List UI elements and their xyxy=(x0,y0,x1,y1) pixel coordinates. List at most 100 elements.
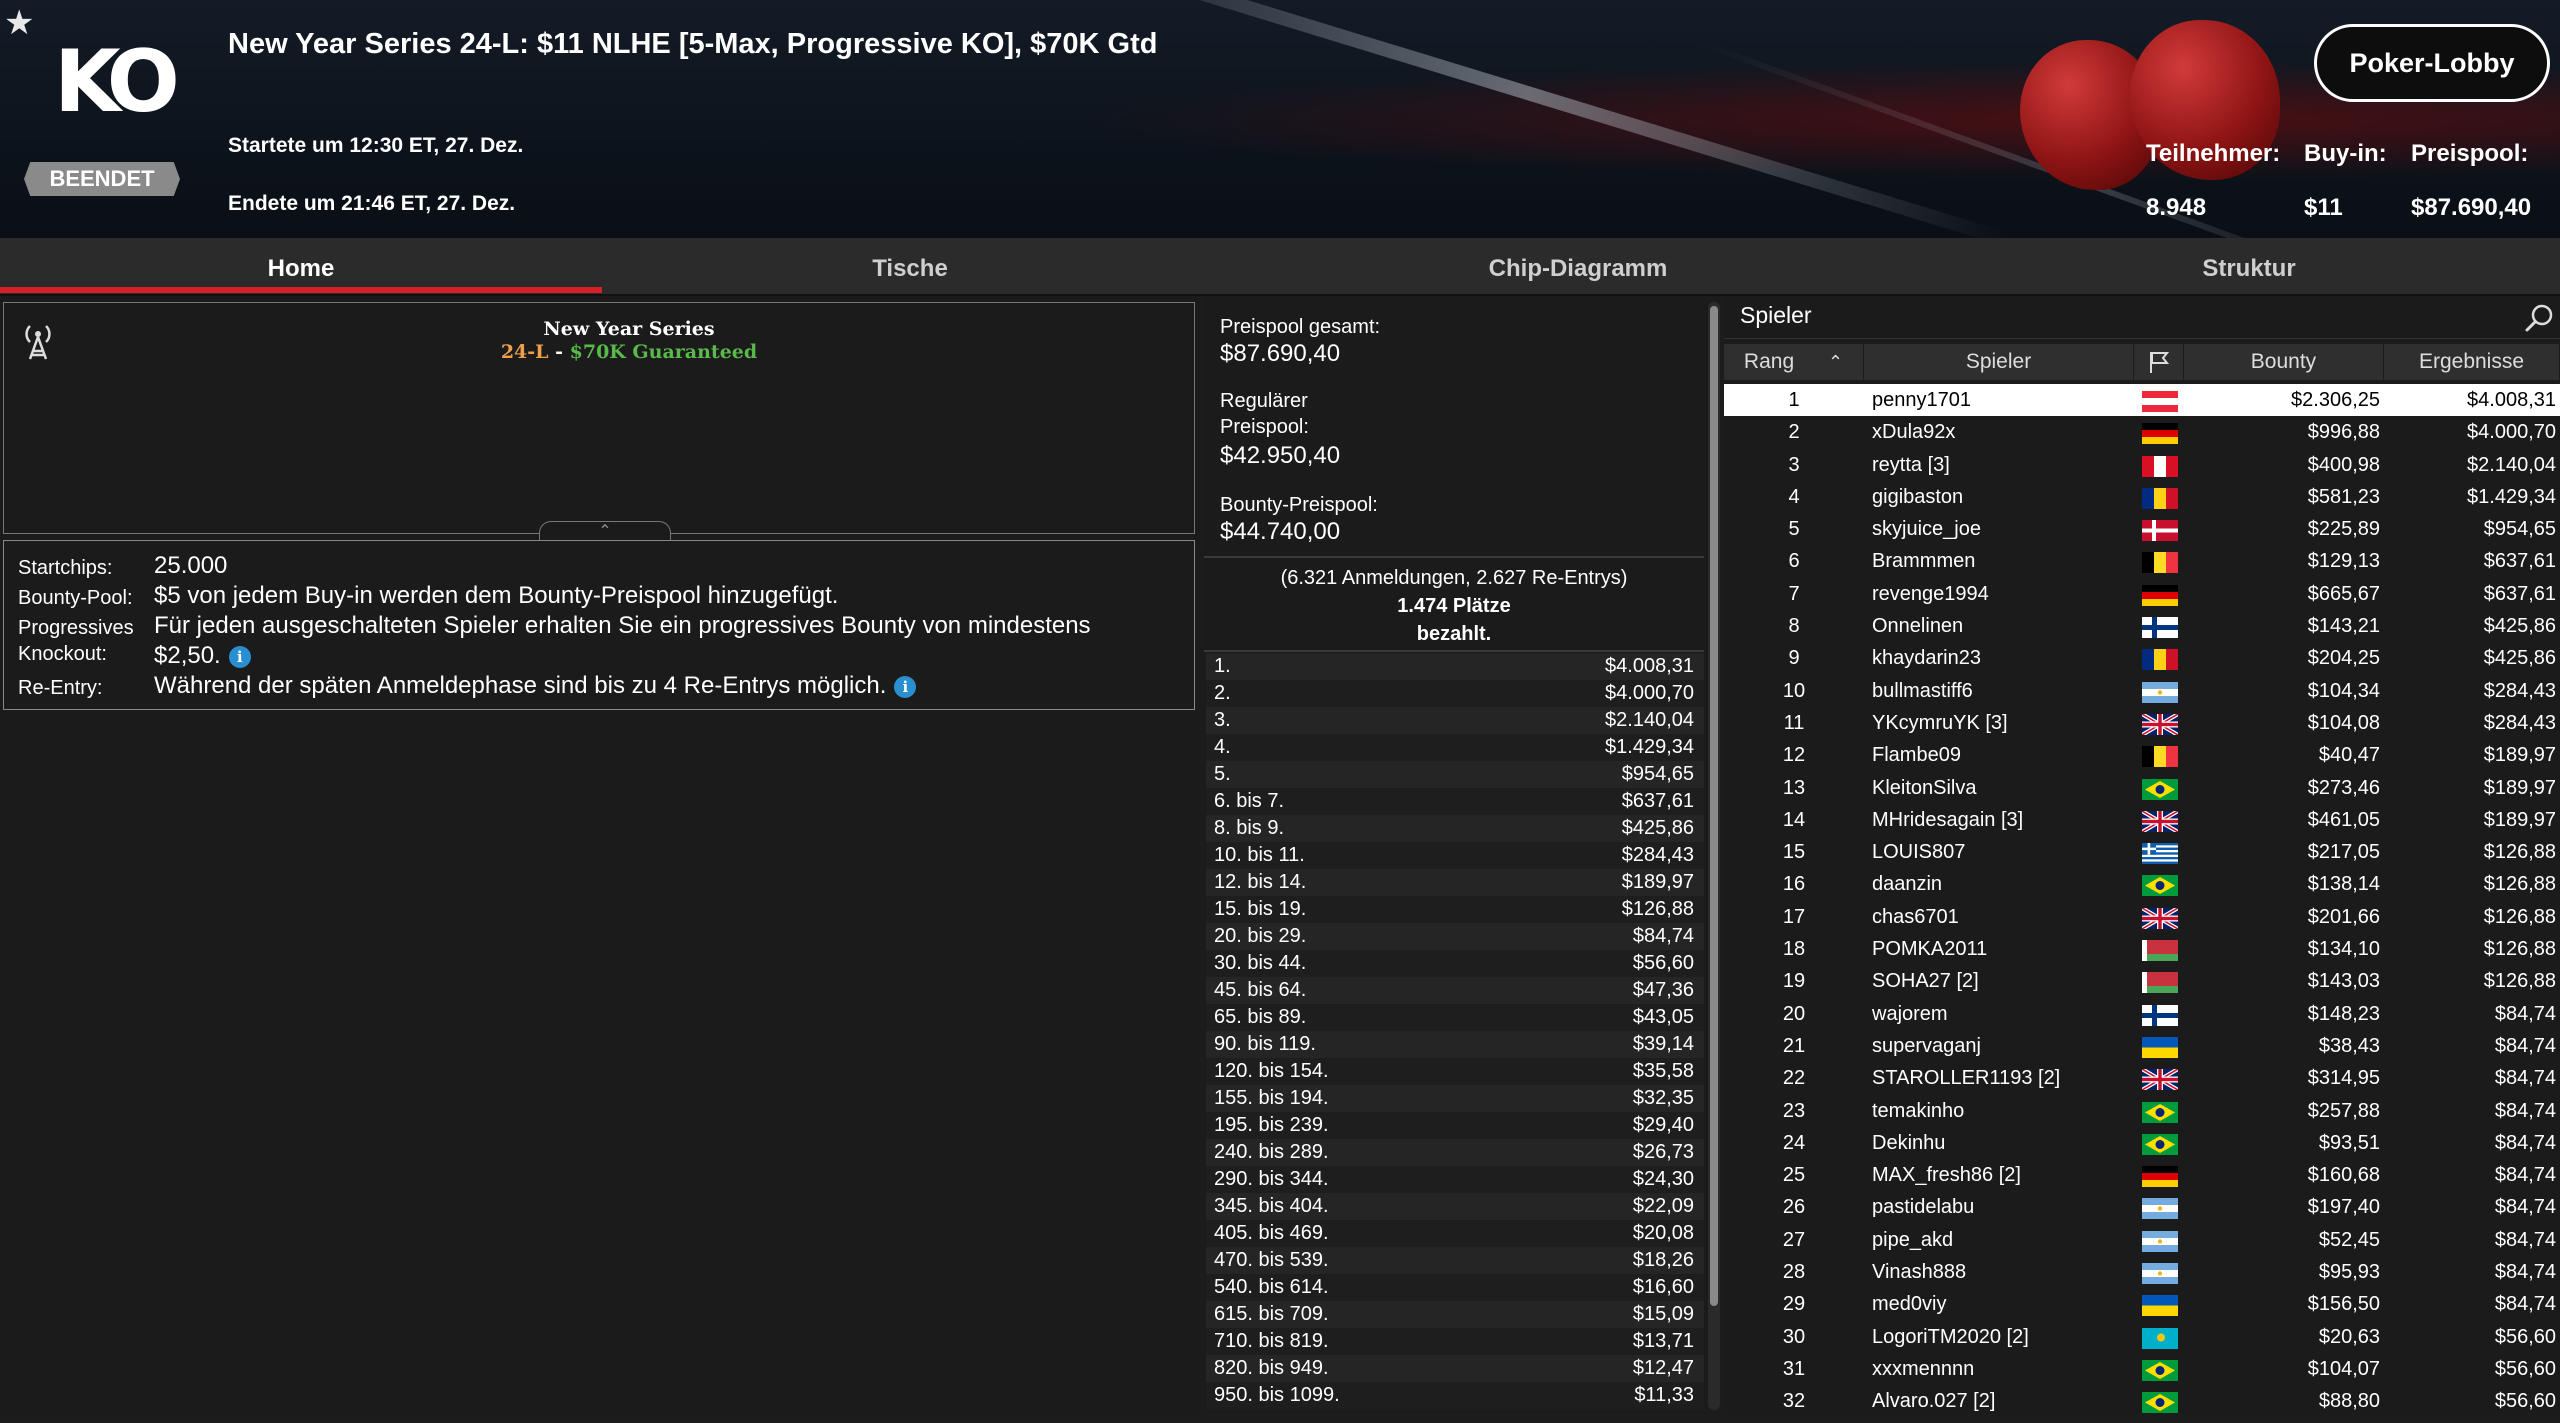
player-bounty: $314,95 xyxy=(2307,1067,2380,1090)
player-row[interactable]: 22 STAROLLER1193 [2] $314,95 $84,74 xyxy=(1724,1062,2560,1094)
player-rank: 1 xyxy=(1788,389,1800,411)
info-icon[interactable]: i xyxy=(894,675,917,698)
header-background-streak xyxy=(1047,0,2009,238)
player-rank: 13 xyxy=(1782,776,1806,799)
player-row[interactable]: 6 Brammmen $129,13 $637,61 xyxy=(1724,545,2560,577)
payout-row: 6. bis 7. $637,61 xyxy=(1206,788,1704,815)
player-row[interactable]: 13 KleitonSilva $273,46 $189,97 xyxy=(1724,772,2560,804)
scrollbar-thumb[interactable] xyxy=(1710,306,1718,1306)
payout-place: 710. bis 819. xyxy=(1214,1330,1329,1352)
player-rank: 19 xyxy=(1782,970,1806,993)
player-result: $84,74 xyxy=(2494,1261,2556,1284)
flag-icon xyxy=(2149,352,2169,374)
payout-amount: $35,58 xyxy=(1632,1060,1694,1082)
player-result: $637,61 xyxy=(2483,582,2556,605)
player-row[interactable]: 1 penny1701 $2.306,25 $4.008,31 xyxy=(1724,384,2560,417)
tab-home[interactable]: Home xyxy=(0,238,602,294)
player-row[interactable]: 19 SOHA27 [2] $143,03 $126,88 xyxy=(1724,965,2560,997)
player-row[interactable]: 7 revenge1994 $665,67 $637,61 xyxy=(1724,578,2560,610)
player-row[interactable]: 17 chas6701 $201,66 $126,88 xyxy=(1724,901,2560,933)
player-row[interactable]: 31 xxxmennnn $104,07 $56,60 xyxy=(1724,1353,2560,1385)
column-header-rank[interactable]: Rang ⌃ xyxy=(1724,344,1864,380)
player-bounty: $104,34 xyxy=(2307,679,2380,702)
payout-place: 615. bis 709. xyxy=(1214,1303,1329,1325)
player-row[interactable]: 11 YKcymruYK [3] $104,08 $284,43 xyxy=(1724,707,2560,739)
series-guarantee: $70K Guaranteed xyxy=(569,341,758,363)
player-row[interactable]: 2 xDula92x $996,88 $4.000,70 xyxy=(1724,416,2560,448)
payout-place: 240. bis 289. xyxy=(1214,1141,1329,1163)
column-header-result[interactable]: Ergebnisse xyxy=(2384,344,2560,380)
player-row[interactable]: 4 gigibaston $581,23 $1.429,34 xyxy=(1724,481,2560,513)
player-result: $4.008,31 xyxy=(2467,389,2556,411)
column-header-player[interactable]: Spieler xyxy=(1864,344,2134,380)
search-icon[interactable] xyxy=(2524,302,2556,334)
payout-amount: $15,09 xyxy=(1632,1303,1694,1325)
player-row[interactable]: 9 khaydarin23 $204,25 $425,86 xyxy=(1724,642,2560,674)
player-row[interactable]: 26 pastidelabu $197,40 $84,74 xyxy=(1724,1191,2560,1223)
player-bounty: $93,51 xyxy=(2318,1131,2380,1154)
player-row[interactable]: 30 LogoriTM2020 [2] $20,63 $56,60 xyxy=(1724,1321,2560,1353)
column-header-bounty[interactable]: Bounty xyxy=(2184,344,2384,380)
participants-value: 8.948 xyxy=(2146,194,2207,221)
player-name: MAX_fresh86 [2] xyxy=(1872,1164,2021,1187)
payout-row: 20. bis 29. $84,74 xyxy=(1206,923,1704,950)
player-row[interactable]: 18 POMKA2011 $134,10 $126,88 xyxy=(1724,933,2560,965)
player-rank: 24 xyxy=(1782,1131,1806,1154)
player-row[interactable]: 8 Onnelinen $143,21 $425,86 xyxy=(1724,610,2560,642)
payout-row: 90. bis 119. $39,14 xyxy=(1206,1031,1704,1058)
player-row[interactable]: 10 bullmastiff6 $104,34 $284,43 xyxy=(1724,675,2560,707)
startchips-label: Startchips: xyxy=(18,557,113,579)
player-row[interactable]: 27 pipe_akd $52,45 $84,74 xyxy=(1724,1224,2560,1256)
column-header-country[interactable] xyxy=(2134,344,2184,380)
payout-row: 10. bis 11. $284,43 xyxy=(1206,842,1704,869)
player-row[interactable]: 29 med0viy $156,50 $84,74 xyxy=(1724,1288,2560,1320)
player-name: Onnelinen xyxy=(1872,615,1964,638)
player-name: Alvaro.027 [2] xyxy=(1872,1390,1996,1413)
payout-place: 10. bis 11. xyxy=(1214,844,1305,866)
payout-amount: $16,60 xyxy=(1632,1276,1694,1298)
player-rank: 28 xyxy=(1782,1261,1806,1284)
player-row[interactable]: 23 temakinho $257,88 $84,74 xyxy=(1724,1095,2560,1127)
player-row[interactable]: 20 wajorem $148,23 $84,74 xyxy=(1724,998,2560,1030)
poker-lobby-button[interactable]: Poker-Lobby xyxy=(2314,24,2550,102)
player-result: $4.000,70 xyxy=(2467,421,2556,444)
series-subtitle: 24-L - $70K Guaranteed xyxy=(4,341,1254,363)
tab-structure[interactable]: Struktur xyxy=(1938,238,2560,294)
regular-pool-value: $42.950,40 xyxy=(1220,442,1341,469)
payout-scrollbar[interactable] xyxy=(1708,302,1720,1410)
player-row[interactable]: 25 MAX_fresh86 [2] $160,68 $84,74 xyxy=(1724,1159,2560,1191)
reentry-label: Re-Entry: xyxy=(18,677,103,699)
player-row[interactable]: 21 supervaganj $38,43 $84,74 xyxy=(1724,1030,2560,1062)
player-row[interactable]: 15 LOUIS807 $217,05 $126,88 xyxy=(1724,836,2560,868)
tab-bar: Home Tische Chip-Diagramm Struktur xyxy=(0,238,2560,296)
player-bounty: $143,03 xyxy=(2307,970,2380,993)
player-result: $84,74 xyxy=(2494,1196,2556,1219)
tab-tables[interactable]: Tische xyxy=(602,238,1218,294)
pko-value-line2: $2,50. i xyxy=(154,641,1174,671)
prizepool-value: $87.690,40 xyxy=(2411,194,2532,221)
payout-row: 470. bis 539. $18,26 xyxy=(1206,1247,1704,1274)
payout-amount: $4.000,70 xyxy=(1605,682,1694,704)
player-row[interactable]: 24 Dekinhu $93,51 $84,74 xyxy=(1724,1127,2560,1159)
ko-logo: KO xyxy=(54,32,180,132)
player-row[interactable]: 12 Flambe09 $40,47 $189,97 xyxy=(1724,739,2560,771)
favorite-star-icon[interactable]: ★ xyxy=(4,6,34,40)
player-row[interactable]: 14 MHridesagain [3] $461,05 $189,97 xyxy=(1724,804,2560,836)
player-bounty: $160,68 xyxy=(2307,1164,2380,1187)
player-result: $637,61 xyxy=(2483,550,2556,573)
player-row[interactable]: 5 skyjuice_joe $225,89 $954,65 xyxy=(1724,513,2560,545)
tab-chip-chart[interactable]: Chip-Diagramm xyxy=(1218,238,1938,294)
player-result: $425,86 xyxy=(2483,647,2556,670)
player-bounty: $129,13 xyxy=(2307,550,2380,573)
info-icon[interactable]: i xyxy=(228,645,251,668)
player-row[interactable]: 32 Alvaro.027 [2] $88,80 $56,60 xyxy=(1724,1385,2560,1417)
player-row[interactable]: 3 reytta [3] $400,98 $2.140,04 xyxy=(1724,449,2560,481)
player-result: $189,97 xyxy=(2483,808,2556,831)
player-row[interactable]: 28 Vinash888 $95,93 $84,74 xyxy=(1724,1256,2560,1288)
payout-row: 240. bis 289. $26,73 xyxy=(1206,1139,1704,1166)
player-name: xDula92x xyxy=(1872,421,1956,444)
home-panel: New Year Series 24-L - $70K Guaranteed ⌃… xyxy=(0,296,1200,1414)
player-name: med0viy xyxy=(1872,1293,1947,1316)
player-row[interactable]: 16 daanzin $138,14 $126,88 xyxy=(1724,868,2560,900)
payout-place: 65. bis 89. xyxy=(1214,1006,1307,1028)
